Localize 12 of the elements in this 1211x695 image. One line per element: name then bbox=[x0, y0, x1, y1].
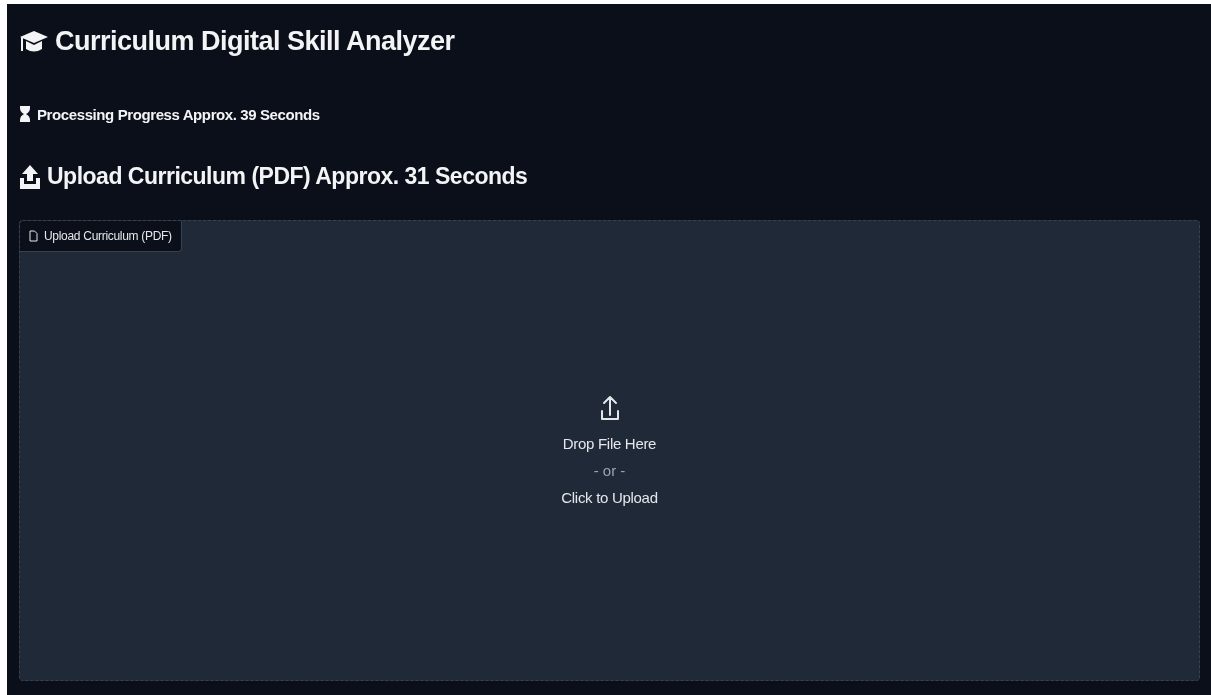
hourglass-icon bbox=[19, 105, 31, 123]
or-text: - or - bbox=[593, 462, 626, 479]
click-text: Click to Upload bbox=[561, 489, 658, 506]
progress-text: Processing Progress Approx. 39 Seconds bbox=[37, 105, 320, 123]
upload-heading: Upload Curriculum (PDF) Approx. 31 Seconds bbox=[47, 163, 528, 190]
upload-icon bbox=[19, 163, 41, 190]
label-text: Upload Curriculum (PDF) bbox=[44, 229, 172, 243]
drop-text: Drop File Here bbox=[562, 435, 657, 452]
file-drop-zone[interactable]: Upload Curriculum (PDF) Drop File Here - or - Click to Upload bbox=[19, 220, 1200, 681]
file-icon bbox=[29, 230, 38, 242]
upload-icon bbox=[599, 395, 620, 421]
app-title: Curriculum Digital Skill Analyzer bbox=[55, 26, 455, 57]
